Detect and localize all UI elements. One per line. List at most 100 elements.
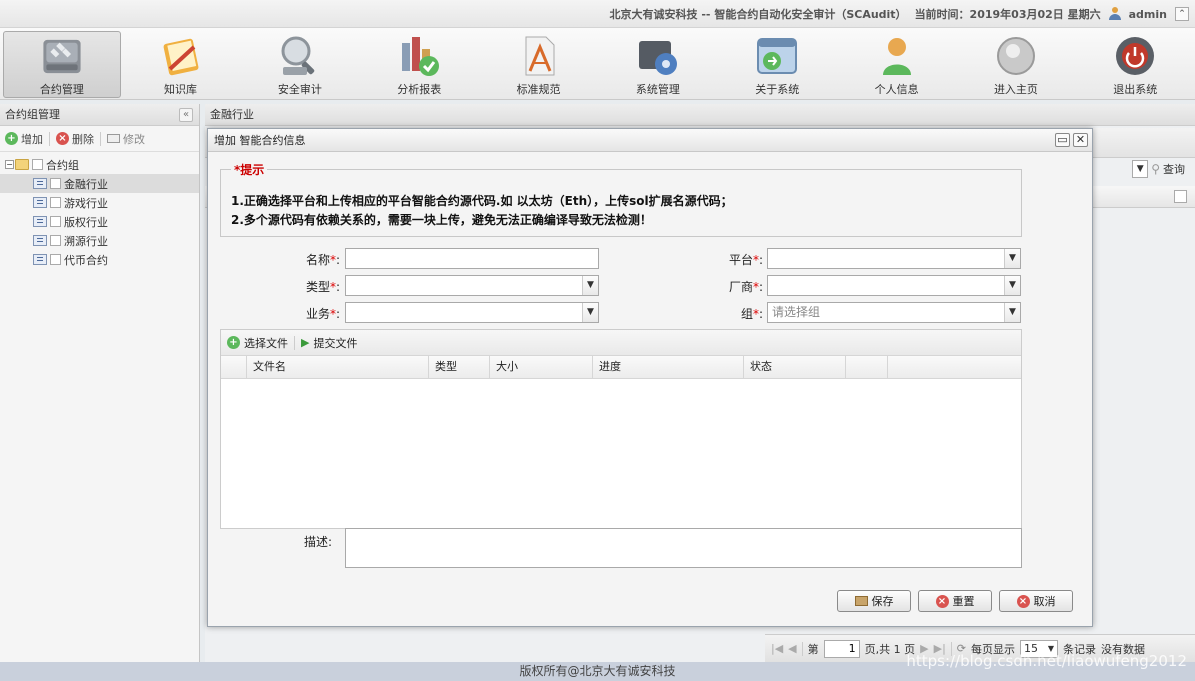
personal-info-icon xyxy=(882,38,911,75)
tool-contract-management[interactable]: 合约管理 xyxy=(3,31,121,98)
type-label-text: 类型 xyxy=(305,280,330,294)
edit-group-button[interactable]: 修改 xyxy=(107,131,145,147)
tool-knowledge-base[interactable]: 知识库 xyxy=(121,28,240,100)
platform-select[interactable]: ▼ xyxy=(767,248,1021,269)
column-progress: 进度 xyxy=(593,356,744,378)
business-select[interactable]: ▼ xyxy=(345,302,599,323)
dialog-window-buttons: ▭ ✕ xyxy=(1055,133,1088,147)
tree-root-label: 合约组 xyxy=(46,158,79,172)
name-input[interactable] xyxy=(345,248,599,269)
tree-checkbox[interactable] xyxy=(50,254,61,265)
tree-item-finance[interactable]: 金融行业 xyxy=(0,174,199,193)
watermark: https://blog.csdn.net/liaowufeng2012 xyxy=(906,652,1187,670)
current-time: 当前时间：2019年03月02日 星期六 xyxy=(914,8,1101,21)
tree-checkbox[interactable] xyxy=(50,178,61,189)
tool-personal-info[interactable]: 个人信息 xyxy=(837,28,956,100)
submit-file-label: 提交文件 xyxy=(313,336,358,350)
save-label: 保存 xyxy=(871,595,894,608)
left-panel-header: 合约组管理 « xyxy=(0,104,199,126)
first-page-icon[interactable]: |◀ xyxy=(771,642,783,655)
collapse-header-button[interactable]: ⌃ xyxy=(1175,7,1189,21)
tool-system-management[interactable]: 系统管理 xyxy=(598,28,717,100)
description-label: 描述: xyxy=(304,535,333,549)
column-size: 大小 xyxy=(490,356,593,378)
type-select[interactable]: ▼ xyxy=(345,275,599,296)
tool-security-audit[interactable]: 安全审计 xyxy=(240,28,359,100)
divider xyxy=(294,335,295,350)
chevron-down-icon: ▼ xyxy=(1004,249,1020,268)
colon: : xyxy=(758,253,763,267)
save-button[interactable]: 保存 xyxy=(837,590,911,612)
tree-item-label: 金融行业 xyxy=(64,177,108,191)
node-icon xyxy=(33,178,47,189)
tree-checkbox[interactable] xyxy=(50,197,61,208)
tool-home[interactable]: 进入主页 xyxy=(956,28,1075,100)
chevron-down-icon: ▼ xyxy=(1004,276,1020,295)
tool-analysis-report[interactable]: 分析报表 xyxy=(360,28,479,100)
file-list-header: 文件名 类型 大小 进度 状态 xyxy=(221,356,1021,379)
about-system-icon xyxy=(757,38,798,74)
page-number-input[interactable] xyxy=(823,639,860,658)
tree-item-copyright[interactable]: 版权行业 xyxy=(0,212,199,231)
left-panel-title: 合约组管理 xyxy=(5,108,60,121)
tool-label: 系统管理 xyxy=(635,83,680,96)
business-label-text: 业务 xyxy=(305,307,330,321)
vendor-label: 厂商*: xyxy=(683,278,763,295)
description-input[interactable] xyxy=(345,528,1022,568)
select-all-checkbox[interactable] xyxy=(1174,190,1187,203)
tool-label: 个人信息 xyxy=(874,83,919,96)
tree-item-game[interactable]: 游戏行业 xyxy=(0,193,199,212)
tree-item-label: 代币合约 xyxy=(64,253,108,267)
tree-item-label: 溯源行业 xyxy=(64,234,108,248)
right-panel-header: 金融行业 xyxy=(205,104,1195,126)
column-type: 类型 xyxy=(429,356,490,378)
play-icon: ▶ xyxy=(301,336,310,349)
add-group-button[interactable]: + 增加 xyxy=(5,131,43,147)
copyright: 版权所有@北京大有诚安科技 xyxy=(519,664,676,678)
colon: : xyxy=(335,307,340,321)
reset-button[interactable]: × 重置 xyxy=(918,590,992,612)
tool-logout[interactable]: 退出系统 xyxy=(1076,28,1195,100)
username[interactable]: admin xyxy=(1129,8,1167,21)
tree-item-traceability[interactable]: 溯源行业 xyxy=(0,231,199,250)
name-label: 名称*: xyxy=(260,251,340,268)
logout-icon xyxy=(1116,37,1155,75)
tool-about-system[interactable]: 关于系统 xyxy=(718,28,837,100)
tree-checkbox[interactable] xyxy=(50,216,61,227)
vendor-label-text: 厂商 xyxy=(728,280,753,294)
close-button[interactable]: ✕ xyxy=(1073,133,1088,147)
query-select-arrow[interactable]: ▼ xyxy=(1132,160,1149,178)
node-icon xyxy=(33,216,47,227)
group-placeholder: 请选择组 xyxy=(772,305,821,319)
tree-item-label: 游戏行业 xyxy=(64,196,108,210)
vendor-select[interactable]: ▼ xyxy=(767,275,1021,296)
cancel-label: 取消 xyxy=(1033,595,1056,608)
collapse-tree-icon[interactable]: − xyxy=(5,160,14,169)
tip-title: *提示 xyxy=(231,161,268,178)
tree-item-token[interactable]: 代币合约 xyxy=(0,250,199,269)
tool-standards[interactable]: 标准规范 xyxy=(479,28,598,100)
contract-management-icon xyxy=(43,39,81,74)
delete-group-button[interactable]: × 删除 xyxy=(56,131,94,147)
cancel-button[interactable]: × 取消 xyxy=(999,590,1073,612)
edit-icon xyxy=(107,134,120,143)
chevron-down-icon: ▼ xyxy=(582,276,598,295)
tree-root[interactable]: − 合约组 xyxy=(0,155,199,174)
reset-label: 重置 xyxy=(952,595,975,608)
submit-file-button[interactable]: ▶ 提交文件 xyxy=(301,335,357,351)
collapse-left-panel-button[interactable]: « xyxy=(179,108,193,122)
column-spacer xyxy=(221,356,247,378)
tip-line-2: 2.多个源代码有依赖关系的，需要一块上传，避免无法正确编译导致无法检测！ xyxy=(231,213,652,227)
choose-file-button[interactable]: + 选择文件 xyxy=(227,335,288,351)
maximize-button[interactable]: ▭ xyxy=(1055,133,1070,147)
node-icon xyxy=(33,235,47,246)
home-icon xyxy=(996,37,1035,75)
group-select[interactable]: 请选择组 ▼ xyxy=(767,302,1021,323)
tool-label: 退出系统 xyxy=(1113,83,1158,96)
prev-page-icon[interactable]: ◀ xyxy=(788,642,796,655)
tree-checkbox[interactable] xyxy=(50,235,61,246)
cancel-icon: × xyxy=(1016,594,1030,608)
uploader-toolbar: + 选择文件 ▶ 提交文件 xyxy=(221,330,1021,356)
tree-checkbox[interactable] xyxy=(32,159,43,170)
query-button[interactable]: 查询 xyxy=(1163,161,1185,177)
